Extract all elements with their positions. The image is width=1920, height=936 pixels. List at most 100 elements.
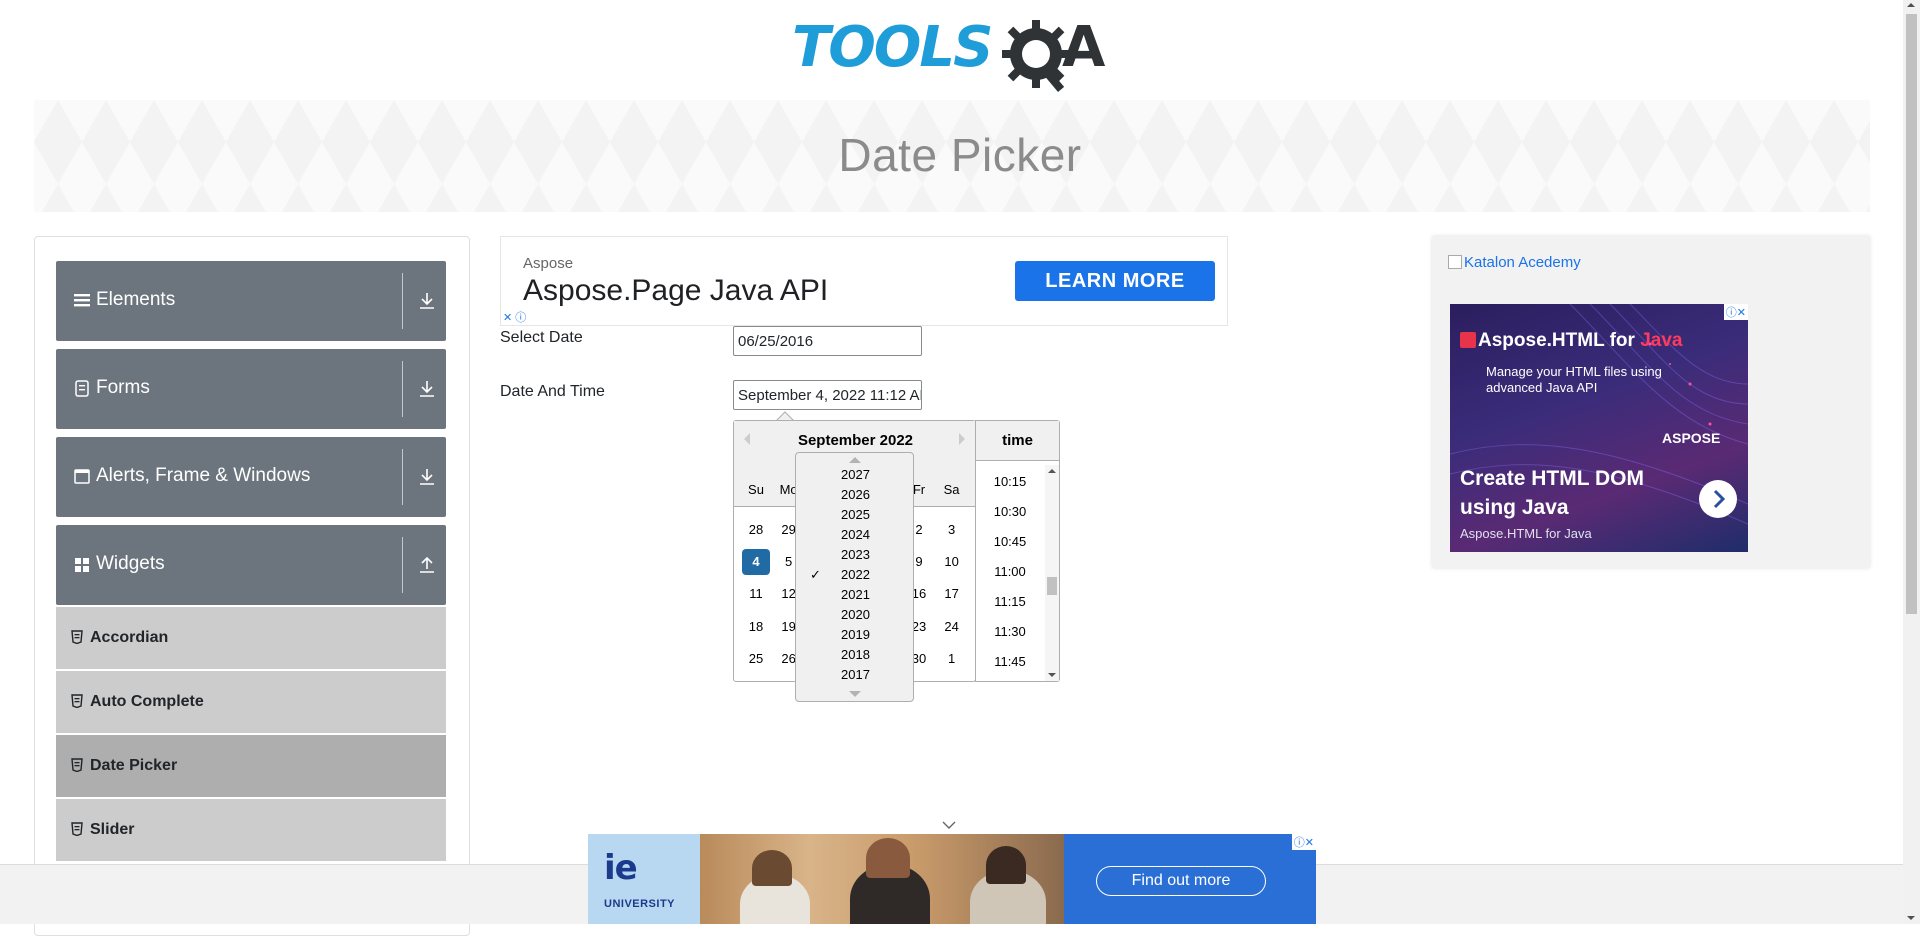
year-up-arrow-icon[interactable] <box>849 457 861 463</box>
calendar-day[interactable]: 18 <box>742 614 770 640</box>
calendar-day[interactable]: 10 <box>938 549 966 575</box>
sidebar-group-label: Forms <box>96 377 150 398</box>
year-selected-check-icon: ✓ <box>810 567 821 582</box>
ad-subtitle: Manage your HTML files using advanced Ja… <box>1486 364 1662 395</box>
date-time-input[interactable]: September 4, 2022 11:12 AM <box>733 380 922 410</box>
scroll-up-icon[interactable] <box>1907 3 1915 7</box>
year-option[interactable]: 2025 <box>796 507 915 522</box>
calendar-day[interactable]: 24 <box>938 614 966 640</box>
ad-brand: Aspose <box>523 255 574 272</box>
sidebar-item-auto-complete[interactable]: Auto Complete <box>56 671 446 733</box>
time-scrollbar[interactable] <box>1045 465 1059 681</box>
time-option[interactable]: 11:15 <box>976 594 1044 609</box>
page-scrollbar-thumb[interactable] <box>1906 14 1917 614</box>
download-arrow-icon <box>420 469 434 485</box>
katalon-ad-link[interactable]: Katalon Acedemy <box>1448 254 1581 271</box>
find-out-more-button[interactable]: Find out more <box>1096 866 1266 896</box>
sidebar-group-widgets[interactable]: Widgets <box>56 525 446 605</box>
sidebar-group-label: Alerts, Frame & Windows <box>96 465 311 486</box>
ad-footer: Aspose.HTML for Java <box>1460 526 1592 541</box>
scroll-down-icon[interactable] <box>1907 916 1915 920</box>
upload-arrow-icon <box>420 556 434 573</box>
calendar-day[interactable]: 1 <box>938 646 966 672</box>
html5-icon <box>71 630 83 644</box>
download-arrow-icon <box>420 293 434 309</box>
year-option[interactable]: 2027 <box>796 467 915 482</box>
html5-icon <box>71 822 83 836</box>
sidebar-item-accordian[interactable]: Accordian <box>56 607 446 669</box>
time-option[interactable]: 10:30 <box>976 504 1044 519</box>
learn-more-button[interactable]: LEARN MORE <box>1015 261 1215 301</box>
sidebar-item-label: Slider <box>90 821 135 838</box>
divider <box>402 449 403 505</box>
sidebar-item-label: Auto Complete <box>90 693 204 710</box>
ad-brand: Aspose.HTML for Java <box>1478 330 1683 351</box>
aspose-wordmark: ASPOSE <box>1662 430 1721 446</box>
time-option[interactable]: 10:15 <box>976 474 1044 489</box>
year-option[interactable]: 2026 <box>796 487 915 502</box>
ad-headline: Aspose.Page Java API <box>523 274 829 307</box>
ad-close-icon[interactable]: ✕ ⓘ <box>501 309 529 325</box>
select-date-input[interactable]: 06/25/2016 <box>733 326 922 356</box>
logo-text: TOOLS <box>792 15 993 80</box>
year-option[interactable]: 2024 <box>796 527 915 542</box>
time-option[interactable]: 10:45 <box>976 534 1044 549</box>
document-icon <box>75 380 89 397</box>
collapse-chevron-icon[interactable] <box>942 820 956 830</box>
year-down-arrow-icon[interactable] <box>849 691 861 697</box>
year-option[interactable]: 2019 <box>796 627 915 642</box>
time-option[interactable]: 11:00 <box>976 564 1044 579</box>
next-month-icon[interactable] <box>959 433 965 445</box>
time-option[interactable]: 11:30 <box>976 624 1044 639</box>
ie-logo: ie <box>604 848 638 888</box>
chevron-right-icon <box>1713 489 1726 509</box>
calendar-day[interactable]: 28 <box>742 517 770 543</box>
logo-suffix: A <box>1062 15 1106 80</box>
ad-sidebar-right: Katalon Acedemy Aspose.HTML for Java Man… <box>1432 236 1870 568</box>
year-option[interactable]: 2020 <box>796 607 915 622</box>
sidebar-item-date-picker[interactable]: Date Picker <box>56 735 446 797</box>
katalon-ad-text: Katalon Acedemy <box>1464 254 1581 271</box>
sidebar-group-alerts[interactable]: Alerts, Frame & Windows <box>56 437 446 517</box>
scrollbar-thumb[interactable] <box>1047 577 1057 595</box>
calendar-day[interactable]: 17 <box>938 581 966 607</box>
html5-icon <box>71 758 83 772</box>
sidebar-group-label: Widgets <box>96 553 165 574</box>
photo-person <box>752 850 792 886</box>
date-time-label: Date And Time <box>500 383 605 400</box>
divider <box>402 273 403 329</box>
year-option[interactable]: 2018 <box>796 647 915 662</box>
year-option[interactable]: 2021 <box>796 587 915 602</box>
toolsqa-logo[interactable]: TOOLS A <box>792 14 1116 94</box>
calendar-day[interactable]: 4 <box>742 549 770 575</box>
page-title: Date Picker <box>838 129 1082 181</box>
ad-close-icon[interactable]: ⓘ✕ <box>1291 834 1316 850</box>
sidebar-item-label: Date Picker <box>90 757 178 774</box>
calendar-day[interactable]: 11 <box>742 581 770 607</box>
scroll-up-icon[interactable] <box>1048 469 1056 473</box>
select-date-label: Select Date <box>500 329 583 346</box>
aspose-ad-card[interactable]: Aspose.HTML for Java Manage your HTML fi… <box>1450 304 1748 552</box>
year-option[interactable]: 2017 <box>796 667 915 682</box>
photo-person <box>986 846 1026 884</box>
ad-banner-top[interactable]: Aspose Aspose.Page Java API LEARN MORE ✕… <box>500 236 1228 326</box>
sidebar-item-slider[interactable]: Slider <box>56 799 446 861</box>
ie-university-label: UNIVERSITY <box>604 898 676 910</box>
widgets-icon <box>75 558 89 572</box>
time-option[interactable]: 11:45 <box>976 654 1044 669</box>
calendar-day[interactable]: 25 <box>742 646 770 672</box>
ad-next-button[interactable] <box>1699 480 1737 518</box>
menu-icon <box>74 294 90 307</box>
weekday-label: Sa <box>943 482 960 497</box>
current-month: September 2022 <box>797 432 914 449</box>
ie-brand-panel: ie UNIVERSITY <box>588 834 700 924</box>
aspose-logo-icon <box>1460 332 1476 348</box>
ad-close-icon[interactable]: ⓘ✕ <box>1723 304 1748 320</box>
scroll-down-icon[interactable] <box>1048 673 1056 677</box>
broken-image-icon <box>1448 255 1462 269</box>
sidebar-group-forms[interactable]: Forms <box>56 349 446 429</box>
calendar-day[interactable]: 3 <box>938 517 966 543</box>
year-option[interactable]: 2023 <box>796 547 915 562</box>
sidebar-group-elements[interactable]: Elements <box>56 261 446 341</box>
ad-banner-bottom[interactable]: ie UNIVERSITY Find out more ⓘ✕ <box>588 834 1316 924</box>
